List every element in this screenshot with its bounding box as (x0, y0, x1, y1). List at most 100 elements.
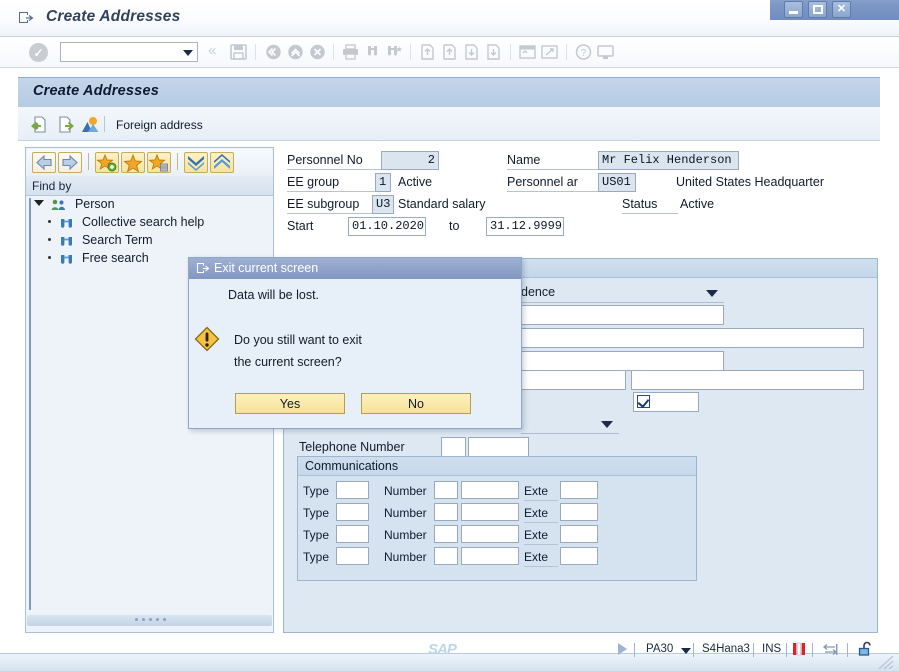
tree-item-search-term[interactable]: Search Term (48, 233, 153, 251)
foreign-address-icon[interactable] (81, 115, 100, 134)
tree-item-label: Free search (82, 251, 149, 265)
region-field[interactable] (631, 370, 864, 390)
cancel-icon[interactable] (309, 44, 326, 60)
transaction-code[interactable]: PA30 (646, 643, 673, 655)
comm-ext-field[interactable] (560, 525, 598, 543)
city-field[interactable] (521, 370, 626, 390)
insert-mode-indicator[interactable]: INS (762, 643, 781, 655)
previous-page-icon[interactable] (441, 44, 458, 60)
name-field[interactable]: Mr Felix Henderson (598, 151, 739, 170)
tree-back-button[interactable] (32, 152, 56, 173)
unlocked-padlock-icon[interactable] (858, 641, 874, 657)
tree-item-label: Person (75, 197, 115, 211)
no-button[interactable]: No (361, 393, 471, 414)
communications-title: Communications (305, 459, 398, 473)
tree-toolbar-separator-2 (177, 153, 178, 170)
find-icon[interactable] (364, 44, 381, 60)
first-page-icon[interactable] (419, 44, 436, 60)
customize-layout-icon[interactable] (597, 44, 614, 60)
comm-ext-underline (524, 505, 558, 523)
toolbar-separator (104, 116, 105, 132)
resize-grip-icon[interactable] (876, 654, 894, 670)
maximize-button[interactable] (808, 1, 827, 18)
comm-number-key-field[interactable] (434, 525, 458, 543)
collapse-toolbar-icon[interactable]: « (208, 44, 222, 60)
next-page-icon[interactable] (463, 44, 480, 60)
print-icon[interactable] (342, 44, 359, 60)
comm-number-key-field[interactable] (434, 547, 458, 565)
address-type-dropdown[interactable]: dence (521, 283, 724, 303)
back-icon[interactable] (265, 44, 282, 60)
comm-ext-field[interactable] (560, 503, 598, 521)
tree-splitter-grip[interactable] (135, 618, 165, 622)
create-session-icon[interactable] (519, 44, 536, 60)
personnel-area-text: United States Headquarter (676, 175, 824, 189)
exit-icon[interactable] (287, 44, 304, 60)
comm-ext-field[interactable] (560, 481, 598, 499)
collapse-all-button[interactable] (210, 152, 234, 173)
yes-button[interactable]: Yes (235, 393, 345, 414)
previous-record-button[interactable] (31, 116, 48, 133)
comm-number-field[interactable] (461, 481, 519, 499)
comm-type-field[interactable] (336, 525, 369, 543)
next-record-button[interactable] (57, 116, 74, 133)
to-date-field[interactable]: 31.12.9999 (486, 217, 564, 236)
favorite-button[interactable] (121, 152, 145, 173)
tree-item-person[interactable]: Person (34, 197, 115, 215)
comm-type-field[interactable] (336, 481, 369, 499)
chevron-down-icon[interactable] (706, 290, 718, 297)
dialog-title: Exit current screen (214, 261, 318, 275)
address-line-3-field[interactable] (521, 351, 724, 371)
comm-number-key-field[interactable] (434, 503, 458, 521)
foreign-address-label[interactable]: Foreign address (116, 118, 203, 132)
data-transfer-icon[interactable] (822, 643, 838, 656)
bullet-icon (48, 220, 51, 223)
server-name[interactable]: S4Hana3 (702, 643, 750, 655)
telephone-number-field[interactable] (468, 437, 529, 457)
personnel-no-label-underline (287, 152, 381, 170)
address-type-value: dence (521, 285, 555, 299)
personnel-no-field[interactable]: 2 (381, 151, 439, 170)
minimize-button[interactable] (784, 1, 803, 18)
telephone-prefix-field[interactable] (441, 437, 466, 457)
tree-forward-button[interactable] (58, 152, 82, 173)
checkbox-checked-icon[interactable] (637, 395, 650, 408)
last-page-icon[interactable] (485, 44, 502, 60)
chevron-down-icon[interactable] (34, 200, 44, 206)
sap-logo: SAP (428, 641, 456, 658)
comm-number-key-field[interactable] (434, 481, 458, 499)
ee-group-field[interactable]: 1 (375, 173, 391, 192)
performance-icon[interactable] (792, 642, 806, 656)
command-field[interactable] (60, 42, 198, 62)
country-dropdown[interactable] (521, 414, 619, 434)
chevron-down-icon[interactable] (183, 50, 193, 56)
expand-all-button[interactable] (184, 152, 208, 173)
comm-number-field[interactable] (461, 525, 519, 543)
save-icon[interactable] (230, 44, 247, 60)
find-next-icon[interactable] (386, 44, 403, 60)
delete-favorite-button[interactable] (147, 152, 171, 173)
status-indicator-icon[interactable] (618, 643, 627, 655)
close-button[interactable]: ✕ (832, 1, 851, 18)
help-icon[interactable]: ? (575, 44, 592, 60)
chevron-down-icon[interactable] (601, 421, 613, 428)
comm-type-field[interactable] (336, 547, 369, 565)
personnel-area-field[interactable]: US01 (598, 173, 636, 192)
close-icon: ✕ (837, 4, 846, 15)
enter-ok-icon[interactable]: ✓ (29, 43, 48, 62)
create-shortcut-icon[interactable] (541, 44, 558, 60)
comm-number-field[interactable] (461, 503, 519, 521)
tree-item-free-search[interactable]: Free search (48, 251, 149, 269)
comm-ext-field[interactable] (560, 547, 598, 565)
address-line-2-field[interactable] (521, 328, 864, 348)
ee-subgroup-field[interactable]: U3 (372, 195, 394, 214)
comm-type-field[interactable] (336, 503, 369, 521)
tree-item-collective-search-help[interactable]: Collective search help (48, 215, 204, 233)
comm-number-field[interactable] (461, 547, 519, 565)
address-line-1-field[interactable] (521, 305, 724, 325)
chevron-down-icon[interactable] (681, 648, 691, 654)
comm-ext-underline (524, 527, 558, 545)
start-date-field[interactable]: 01.10.2020 (348, 217, 426, 236)
add-favorite-button[interactable] (95, 152, 119, 173)
binoculars-icon (60, 235, 73, 247)
